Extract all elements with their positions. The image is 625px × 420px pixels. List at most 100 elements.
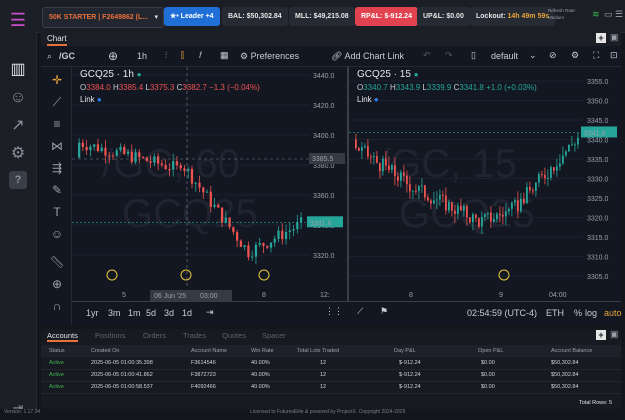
- candles-1h[interactable]: /GC, 60 GCQ25 3440.0 3420.0 3400.0 3380.0 3360…: [72, 67, 347, 301]
- preferences-label: Preferences: [250, 51, 300, 61]
- preferences-button[interactable]: ⚙ Preferences: [240, 51, 299, 62]
- link-indicator[interactable]: Link ●: [357, 95, 379, 104]
- candle-style-icon[interactable]: ⫿: [181, 50, 184, 61]
- session-toggle[interactable]: ETH: [546, 308, 564, 318]
- col-total-lots[interactable]: Total Lots Traded: [297, 348, 339, 354]
- chart-pane-1h[interactable]: /GC, 60 GCQ25 3440.0 3420.0 3400.0 3380.0 3360…: [72, 67, 349, 302]
- account-selector-label: 50K STARTER | F2649862 (L...: [49, 14, 149, 21]
- candle-body: [96, 144, 100, 152]
- col-created-on[interactable]: Created On: [91, 348, 119, 354]
- add-symbol-icon[interactable]: ⊕: [108, 49, 118, 63]
- settings-icon[interactable]: ⚙: [571, 50, 579, 61]
- ohlc-legend: O3384.0 H3385.4 L3375.3 C3382.7 −1.3 (−0…: [80, 83, 260, 92]
- range-5d[interactable]: 5d: [146, 308, 156, 318]
- tab-positions[interactable]: Positions: [95, 331, 125, 340]
- leader-button[interactable]: ★• Leader +4: [164, 7, 220, 26]
- ruler-icon[interactable]: 📏︎: [47, 253, 67, 271]
- line-tool-icon[interactable]: ⟋: [357, 306, 363, 317]
- col-day-pl[interactable]: Day P&L: [394, 348, 416, 354]
- maximize-icon[interactable]: ▣: [610, 329, 619, 340]
- table-cell: Active: [49, 384, 64, 390]
- add-panel-icon[interactable]: +: [596, 330, 606, 340]
- account-selector[interactable]: 50K STARTER | F2649862 (L... ▾: [42, 7, 164, 28]
- col-win-rate[interactable]: Win Rate: [251, 348, 274, 354]
- goto-date-icon[interactable]: ⇥: [206, 307, 214, 318]
- candle-body: [281, 230, 284, 240]
- redo-icon[interactable]: ↷: [445, 50, 453, 61]
- col-open-pl[interactable]: Open P&L: [478, 348, 503, 354]
- layout-chevron-icon[interactable]: ⌄: [529, 50, 537, 61]
- bar-style-icon[interactable]: ⫶: [165, 50, 167, 61]
- range-3d[interactable]: 3d: [164, 308, 174, 318]
- indicators-icon[interactable]: 𝑓: [199, 50, 202, 61]
- price-tick: 3305.0: [587, 274, 609, 281]
- tab-trades[interactable]: Trades: [183, 331, 206, 340]
- candles-15[interactable]: /GC, 15GCQ253355.03350.03345.03340.03335…: [349, 67, 621, 301]
- fib-icon[interactable]: ≡: [47, 115, 67, 133]
- zoom-in-icon[interactable]: ⊕: [47, 275, 67, 293]
- candle-body: [81, 142, 85, 147]
- ohlc-high: 3343.9: [395, 83, 421, 92]
- emoji-icon[interactable]: ☺: [47, 225, 67, 243]
- fullscreen-icon[interactable]: ⛶: [593, 50, 599, 61]
- clock[interactable]: 02:54:59 (UTC-4): [467, 308, 537, 318]
- tab-quotes[interactable]: Quotes: [222, 331, 246, 340]
- candle-body: [403, 172, 405, 176]
- add-panel-icon[interactable]: +: [596, 33, 606, 43]
- flag-icon[interactable]: ⚑: [380, 306, 388, 317]
- settings-icon[interactable]: ⚙: [6, 142, 30, 166]
- layout-selector[interactable]: default: [491, 51, 518, 61]
- brush-icon[interactable]: ✎: [47, 181, 67, 199]
- tab-chart[interactable]: Chart: [47, 34, 67, 46]
- magnet-icon[interactable]: ∩: [47, 297, 67, 315]
- stats-icon[interactable]: ↗: [6, 114, 30, 138]
- symbol-input[interactable]: /GC: [59, 51, 75, 61]
- range-1yr[interactable]: 1yr: [86, 308, 99, 318]
- chart-pane-15[interactable]: /GC, 15GCQ253355.03350.03345.03340.03335…: [349, 67, 621, 302]
- tab-accounts[interactable]: Accounts: [47, 331, 78, 342]
- pattern-icon[interactable]: ⋈: [47, 137, 67, 155]
- event-marker-icon: [106, 269, 118, 281]
- screenshot-icon[interactable]: ⊘: [549, 50, 557, 61]
- refresh-rate[interactable]: Refresh Rate: Medium: [548, 7, 576, 21]
- crosshair-icon[interactable]: ✛: [47, 71, 67, 89]
- range-3m[interactable]: 3m: [108, 308, 121, 318]
- undo-icon[interactable]: ↶: [423, 50, 431, 61]
- link-indicator[interactable]: Link ●: [80, 95, 102, 104]
- drag-handle-icon[interactable]: ⋮⋮: [325, 306, 343, 317]
- search-icon[interactable]: ⌕: [47, 51, 52, 62]
- range-1m[interactable]: 1m: [128, 308, 141, 318]
- candle-body: [123, 146, 126, 154]
- prediction-icon[interactable]: ⇶: [47, 159, 67, 177]
- help-icon[interactable]: ?: [9, 171, 27, 189]
- auto-toggle[interactable]: auto: [604, 308, 622, 318]
- layout-toggle-icon[interactable]: ▭: [604, 9, 613, 20]
- layout-icon[interactable]: ▯: [471, 50, 476, 61]
- tab-spacer[interactable]: Spacer: [262, 331, 286, 340]
- interval-selector[interactable]: 1h: [137, 51, 147, 61]
- log-toggle[interactable]: log: [585, 308, 597, 318]
- camera-icon[interactable]: ⊡: [610, 50, 618, 61]
- text-icon[interactable]: T: [47, 203, 67, 221]
- candle-body: [526, 186, 528, 204]
- menu-icon[interactable]: ☰: [615, 9, 623, 20]
- col-account-balance[interactable]: Account Balance: [551, 348, 592, 354]
- col-status[interactable]: Status: [49, 348, 65, 354]
- percent-toggle[interactable]: %: [574, 308, 582, 318]
- candle-body: [213, 204, 216, 207]
- col-account-name[interactable]: Account Name: [191, 348, 227, 354]
- users-icon[interactable]: ☺: [6, 86, 30, 110]
- time-tick: 12:: [320, 292, 330, 299]
- candle-body: [394, 165, 396, 177]
- trendline-icon[interactable]: ⟋: [47, 93, 67, 111]
- candle-body: [153, 156, 156, 163]
- trading-icon[interactable]: ▥: [6, 58, 30, 82]
- templates-icon[interactable]: ▦: [220, 50, 229, 61]
- tab-orders[interactable]: Orders: [143, 331, 166, 340]
- maximize-icon[interactable]: ▣: [610, 32, 619, 43]
- add-chart-link-button[interactable]: 🔗︎ Add Chart Link: [331, 51, 404, 62]
- range-1d[interactable]: 1d: [182, 308, 192, 318]
- table-cell: $0.00: [481, 372, 495, 378]
- candle-body: [415, 190, 417, 192]
- link-dot-icon: ●: [373, 95, 379, 104]
